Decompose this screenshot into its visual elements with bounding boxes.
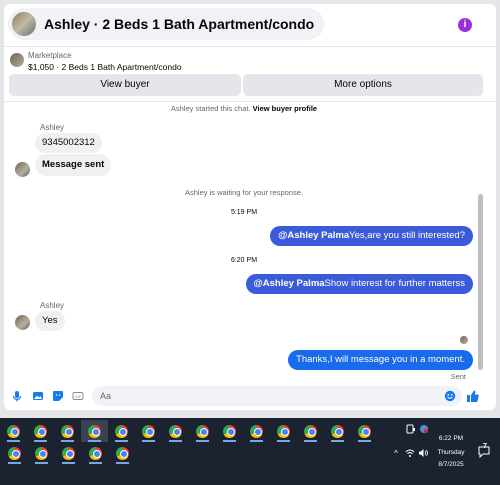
avatar[interactable] <box>15 162 30 177</box>
photo-icon[interactable] <box>32 390 44 402</box>
volume-icon[interactable] <box>418 448 429 458</box>
chat-window: Ashley · 2 Beds 1 Bath Apartment/condo i… <box>4 4 496 410</box>
chrome-taskbar-button[interactable] <box>28 442 55 464</box>
chrome-taskbar-button[interactable] <box>0 420 27 442</box>
network-status-icon[interactable] <box>419 424 429 434</box>
chrome-taskbar-button[interactable] <box>1 442 28 464</box>
message-list: Ashley started this chat. View buyer pro… <box>4 102 484 382</box>
sender-name: Ashley <box>40 301 65 310</box>
device-icon[interactable] <box>406 424 416 434</box>
clock-time[interactable]: 6:22 PM <box>432 435 470 442</box>
timestamp: 6:20 PM <box>230 257 258 264</box>
chrome-icon <box>358 424 371 438</box>
message-text: Show interest for further matterss <box>324 278 465 289</box>
microphone-icon[interactable] <box>11 390 23 402</box>
info-icon[interactable]: i <box>458 18 472 32</box>
message-input[interactable] <box>92 386 462 406</box>
thumbs-up-icon[interactable] <box>466 389 480 403</box>
chrome-icon <box>250 424 263 438</box>
listing-thumbnail <box>10 53 24 67</box>
sent-status: Sent <box>450 372 466 381</box>
timestamp: 5:19 PM <box>230 209 258 216</box>
avatar[interactable] <box>15 315 30 330</box>
chrome-icon <box>304 424 317 438</box>
read-receipt-avatar <box>460 336 468 344</box>
clock-date[interactable]: 8/7/2025 <box>432 461 470 468</box>
chrome-taskbar-button[interactable] <box>109 442 136 464</box>
notification-count: 7 <box>483 443 487 450</box>
svg-text:GIF: GIF <box>75 394 82 399</box>
chrome-icon <box>7 424 20 438</box>
chat-started-notice: Ashley started this chat. View buyer pro… <box>4 104 484 113</box>
taskbar-apps-row <box>0 420 378 442</box>
chrome-taskbar-button[interactable] <box>297 420 324 442</box>
chrome-icon <box>142 424 155 438</box>
incoming-message[interactable]: Yes <box>35 311 65 331</box>
chat-started-text: Ashley started this chat. <box>170 104 251 113</box>
chrome-icon <box>61 424 74 438</box>
message-scrollbar[interactable] <box>478 194 483 370</box>
chrome-taskbar-button[interactable] <box>135 420 162 442</box>
chrome-icon <box>223 424 236 438</box>
conversation-title-pill[interactable]: Ashley · 2 Beds 1 Bath Apartment/condo <box>8 8 325 40</box>
chrome-icon <box>34 424 47 438</box>
emoji-icon[interactable] <box>444 390 456 402</box>
more-options-button[interactable]: More options <box>243 74 483 96</box>
chrome-icon <box>115 424 128 438</box>
chrome-icon <box>89 446 102 460</box>
chrome-taskbar-button[interactable] <box>54 420 81 442</box>
outgoing-message[interactable]: @Ashley PalmaShow interest for further m… <box>245 274 473 294</box>
chrome-taskbar-button[interactable] <box>324 420 351 442</box>
message-text: Yes,are you still interested? <box>349 230 465 241</box>
outgoing-message[interactable]: @Ashley PalmaYes,are you still intereste… <box>270 226 473 246</box>
conversation-title: Ashley · 2 Beds 1 Bath Apartment/condo <box>44 16 315 32</box>
marketplace-label: Marketplace <box>28 51 72 60</box>
chrome-icon <box>88 424 101 438</box>
view-buyer-profile-link[interactable]: View buyer profile <box>253 104 317 113</box>
sticker-icon[interactable] <box>52 390 64 402</box>
clock-day[interactable]: Thursday <box>432 449 470 456</box>
chrome-taskbar-button[interactable] <box>55 442 82 464</box>
incoming-message[interactable]: Message sent <box>35 154 112 176</box>
listing-panel: Marketplace $1,050 · 2 Beds 1 Bath Apart… <box>4 46 496 102</box>
chrome-taskbar-button[interactable] <box>82 442 109 464</box>
avatar <box>12 12 36 36</box>
chrome-taskbar-button[interactable] <box>27 420 54 442</box>
chrome-icon <box>35 446 48 460</box>
chrome-icon <box>196 424 209 438</box>
chrome-taskbar-button[interactable] <box>108 420 135 442</box>
listing-price: $1,050 · 2 Beds 1 Bath Apartment/condo <box>28 62 182 72</box>
chrome-icon <box>277 424 290 438</box>
chrome-taskbar-button[interactable] <box>216 420 243 442</box>
chrome-taskbar-button[interactable] <box>81 420 108 442</box>
chrome-icon <box>8 446 21 460</box>
chevron-up-icon[interactable]: ^ <box>394 449 398 458</box>
mention[interactable]: @Ashley Palma <box>254 278 325 289</box>
composer: GIF <box>4 382 496 410</box>
chrome-icon <box>331 424 344 438</box>
chat-header: Ashley · 2 Beds 1 Bath Apartment/condo i <box>4 4 496 44</box>
outgoing-message[interactable]: Thanks,I will message you in a moment. <box>288 350 473 370</box>
view-buyer-button[interactable]: View buyer <box>9 74 241 96</box>
gif-icon[interactable]: GIF <box>72 390 84 402</box>
chrome-taskbar-button[interactable] <box>162 420 189 442</box>
chrome-icon <box>169 424 182 438</box>
chrome-taskbar-button[interactable] <box>243 420 270 442</box>
chrome-taskbar-button[interactable] <box>351 420 378 442</box>
sender-name: Ashley <box>40 123 65 132</box>
mention[interactable]: @Ashley Palma <box>278 230 349 241</box>
taskbar: ^ 6:22 PM Thursday 8/7/2025 7 <box>0 418 500 485</box>
incoming-message[interactable]: 9345002312 <box>35 133 102 153</box>
chrome-icon <box>62 446 75 460</box>
chrome-icon <box>116 446 129 460</box>
chrome-taskbar-button[interactable] <box>270 420 297 442</box>
wifi-icon[interactable] <box>405 448 415 458</box>
waiting-notice: Ashley is waiting for your response. <box>185 188 303 197</box>
taskbar-apps-row <box>1 442 136 464</box>
chrome-taskbar-button[interactable] <box>189 420 216 442</box>
